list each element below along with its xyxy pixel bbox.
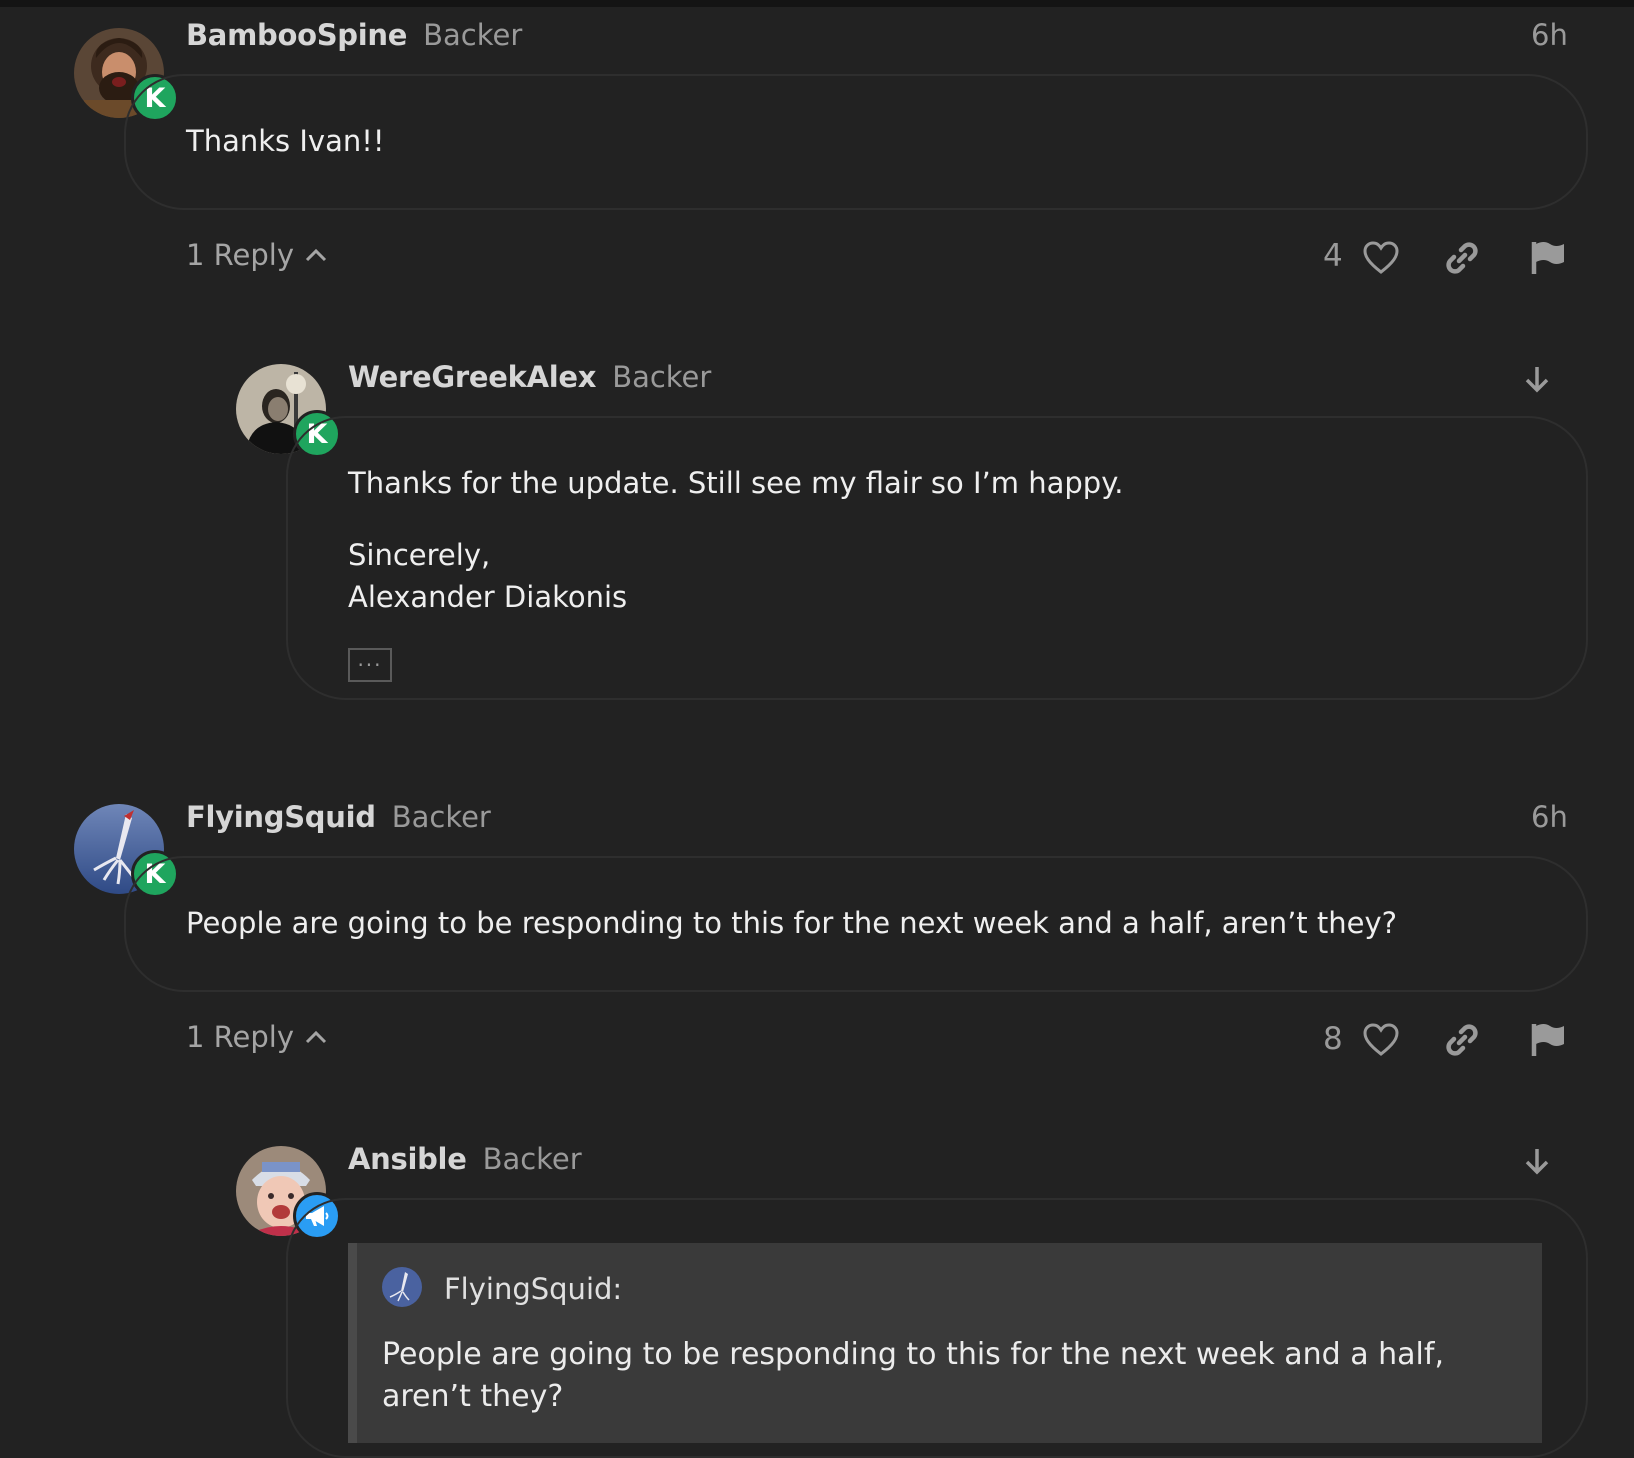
post-time[interactable]: 6h bbox=[1531, 18, 1568, 52]
user-role: Backer bbox=[612, 360, 712, 394]
replies-label: 1 Reply bbox=[186, 238, 294, 272]
user-role: Backer bbox=[423, 18, 523, 52]
replies-toggle-button[interactable]: 1 Reply bbox=[186, 1020, 328, 1054]
replies-label: 1 Reply bbox=[186, 1020, 294, 1054]
link-icon[interactable] bbox=[1444, 240, 1480, 276]
like-count: 4 bbox=[1323, 238, 1343, 274]
like-count: 8 bbox=[1323, 1021, 1343, 1057]
replies-toggle-button[interactable]: 1 Reply bbox=[186, 238, 328, 272]
username[interactable]: Ansible bbox=[348, 1142, 467, 1176]
post-text: Sincerely, bbox=[348, 538, 491, 572]
chevron-up-icon bbox=[305, 248, 327, 262]
post-text: Thanks for the update. Still see my flai… bbox=[348, 466, 1124, 500]
post-header: Ansible Backer bbox=[348, 1142, 582, 1176]
user-role: Backer bbox=[482, 1142, 582, 1176]
top-bar bbox=[0, 0, 1634, 7]
flag-icon[interactable] bbox=[1530, 1022, 1566, 1058]
arrow-down-icon[interactable] bbox=[1522, 1146, 1552, 1176]
expand-more-button[interactable]: ··· bbox=[348, 648, 392, 682]
quote-text: People are going to be responding to thi… bbox=[382, 1337, 1444, 1414]
username[interactable]: FlyingSquid bbox=[186, 800, 376, 834]
quote-avatar[interactable] bbox=[382, 1267, 422, 1307]
heart-icon[interactable] bbox=[1362, 1022, 1400, 1058]
post-time[interactable]: 6h bbox=[1531, 800, 1568, 834]
quote-author: FlyingSquid: bbox=[444, 1272, 623, 1306]
heart-icon[interactable] bbox=[1362, 240, 1400, 276]
username[interactable]: BambooSpine bbox=[186, 18, 407, 52]
flag-icon[interactable] bbox=[1530, 240, 1566, 276]
username[interactable]: WereGreekAlex bbox=[348, 360, 596, 394]
link-icon[interactable] bbox=[1444, 1022, 1480, 1058]
post-text: Alexander Diakonis bbox=[348, 580, 628, 614]
post-text: People are going to be responding to thi… bbox=[186, 906, 1398, 940]
user-role: Backer bbox=[391, 800, 491, 834]
post-header: FlyingSquid Backer bbox=[186, 800, 491, 834]
chevron-up-icon bbox=[305, 1030, 327, 1044]
arrow-down-icon[interactable] bbox=[1522, 364, 1552, 394]
post-text: Thanks Ivan!! bbox=[186, 124, 385, 158]
post-header: WereGreekAlex Backer bbox=[348, 360, 711, 394]
post-header: BambooSpine Backer bbox=[186, 18, 522, 52]
